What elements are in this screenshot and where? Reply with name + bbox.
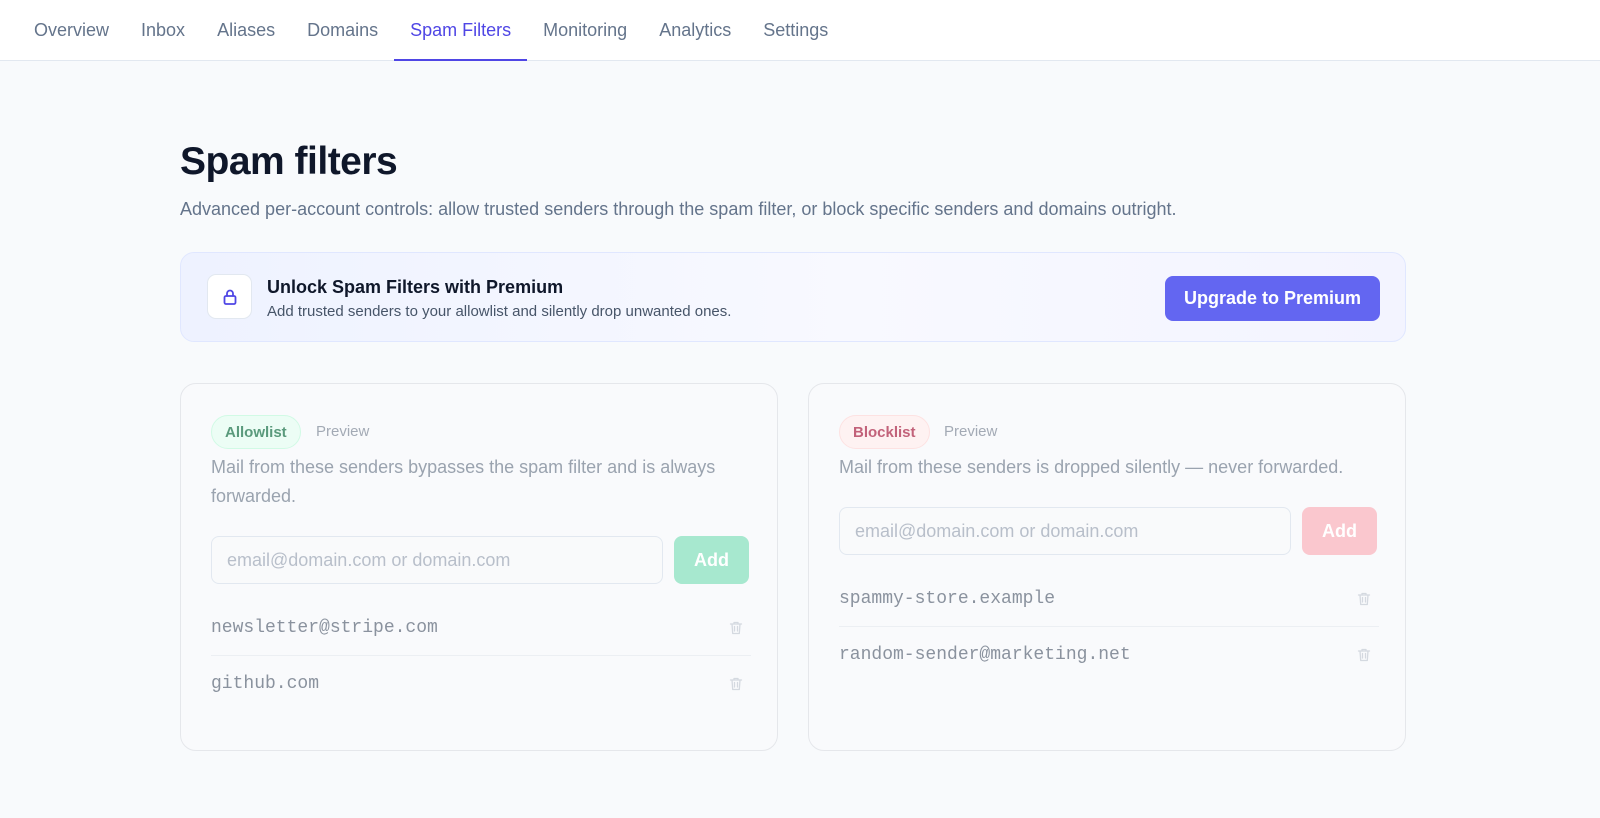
- tab-domains[interactable]: Domains: [291, 0, 394, 60]
- allowlist-preview-label: Preview: [316, 423, 370, 440]
- allowlist-entry-text: newsletter@stripe.com: [211, 617, 438, 638]
- lock-icon: [223, 289, 236, 305]
- page-title: Spam filters: [180, 140, 398, 183]
- banner-description: Add trusted senders to your allowlist an…: [267, 303, 732, 320]
- premium-banner: Unlock Spam Filters with Premium Add tru…: [180, 252, 1406, 342]
- tab-monitoring[interactable]: Monitoring: [527, 0, 643, 60]
- allowlist-input[interactable]: [211, 536, 663, 584]
- tab-spam-filters[interactable]: Spam Filters: [394, 0, 528, 61]
- blocklist-add-button[interactable]: Add: [1302, 507, 1377, 555]
- blocklist-entry-text: random-sender@marketing.net: [839, 645, 1131, 665]
- allowlist-entry: github.com: [211, 656, 751, 712]
- tab-inbox[interactable]: Inbox: [125, 0, 201, 60]
- trash-icon[interactable]: [723, 671, 749, 697]
- top-nav: Overview Inbox Aliases Domains Spam Filt…: [0, 0, 1600, 61]
- trash-icon[interactable]: [1351, 642, 1377, 668]
- tab-settings[interactable]: Settings: [747, 0, 844, 60]
- lock-icon-box: [207, 274, 252, 319]
- blocklist-badge: Blocklist: [839, 415, 930, 449]
- trash-icon[interactable]: [1351, 586, 1377, 612]
- tab-analytics[interactable]: Analytics: [643, 0, 747, 60]
- allowlist-entry: newsletter@stripe.com: [211, 600, 751, 656]
- allowlist-badge: Allowlist: [211, 415, 301, 449]
- allowlist-add-button[interactable]: Add: [674, 536, 749, 584]
- blocklist-description: Mail from these senders is dropped silen…: [839, 457, 1344, 477]
- allowlist-card: Allowlist Preview Mail from these sender…: [180, 383, 778, 751]
- tab-aliases[interactable]: Aliases: [201, 0, 291, 60]
- banner-title: Unlock Spam Filters with Premium: [267, 277, 564, 297]
- allowlist-entry-text: github.com: [211, 674, 320, 694]
- trash-icon[interactable]: [723, 615, 749, 641]
- blocklist-preview-label: Preview: [944, 423, 998, 440]
- page-subtitle: Advanced per-account controls: allow tru…: [180, 199, 1177, 219]
- tab-overview[interactable]: Overview: [18, 0, 125, 60]
- blocklist-entry: random-sender@marketing.net: [839, 627, 1379, 683]
- blocklist-entry: spammy-store.example: [839, 571, 1379, 627]
- allowlist-description: Mail from these senders bypasses the spa…: [211, 457, 716, 506]
- upgrade-to-premium-button[interactable]: Upgrade to Premium: [1165, 276, 1380, 321]
- blocklist-entry-text: spammy-store.example: [839, 588, 1056, 609]
- blocklist-input[interactable]: [839, 507, 1291, 555]
- blocklist-card: Blocklist Preview Mail from these sender…: [808, 383, 1406, 751]
